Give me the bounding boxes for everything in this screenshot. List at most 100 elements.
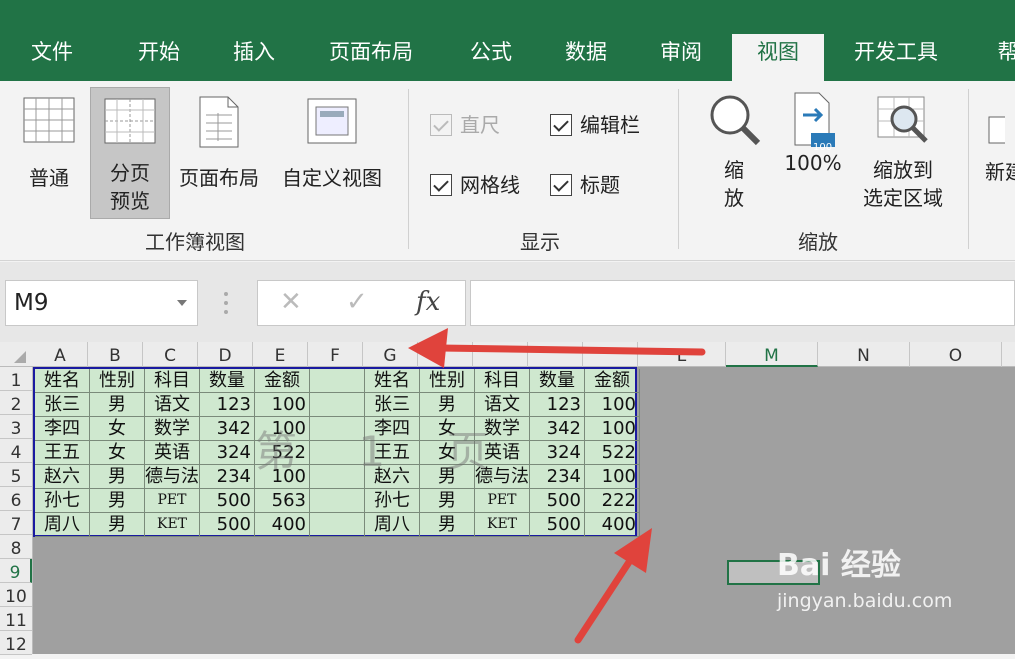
column-header[interactable]: M xyxy=(726,342,818,367)
gridlines-checkbox[interactable]: 网格线 xyxy=(430,173,520,198)
tab-8[interactable]: 视图 xyxy=(732,34,824,81)
table-cell[interactable]: 张三 xyxy=(365,393,420,417)
formula-bar-checkbox[interactable]: 编辑栏 xyxy=(550,113,640,138)
tab-2[interactable]: 开始 xyxy=(118,34,200,81)
enter-icon[interactable]: ✓ xyxy=(346,287,368,317)
table-cell[interactable]: 王五 xyxy=(35,441,90,465)
column-header[interactable]: D xyxy=(198,342,253,367)
table-cell[interactable]: 342 xyxy=(200,417,255,441)
cancel-icon[interactable]: ✕ xyxy=(280,287,302,317)
row-header[interactable]: 8 xyxy=(0,535,32,559)
table-cell[interactable]: 孙七 xyxy=(35,489,90,513)
tab-5[interactable]: 公式 xyxy=(450,34,532,81)
table-cell[interactable]: 324 xyxy=(530,441,585,465)
tab-7[interactable]: 审阅 xyxy=(640,34,722,81)
column-header[interactable]: N xyxy=(818,342,910,367)
table-cell[interactable]: 男 xyxy=(90,393,145,417)
table-cell[interactable]: KET xyxy=(475,513,530,537)
formula-input[interactable] xyxy=(470,280,1015,326)
table-cell[interactable]: 女 xyxy=(90,417,145,441)
tab-1[interactable]: 文件 xyxy=(8,34,96,81)
page-break-preview-button[interactable]: 分页 预览 xyxy=(90,87,170,219)
table-cell[interactable] xyxy=(310,513,365,537)
table-cell[interactable]: 数量 xyxy=(530,369,585,393)
table-cell[interactable]: 342 xyxy=(530,417,585,441)
table-cell[interactable]: 400 xyxy=(585,513,640,537)
table-cell[interactable]: 222 xyxy=(585,489,640,513)
row-header[interactable]: 11 xyxy=(0,607,32,631)
custom-views-button[interactable]: 自定义视图 xyxy=(272,95,392,192)
column-header[interactable] xyxy=(528,342,583,367)
insert-function-icon[interactable]: fx xyxy=(416,287,440,317)
row-header[interactable]: 9 xyxy=(0,559,32,583)
table-cell[interactable]: 234 xyxy=(200,465,255,489)
table-cell[interactable]: 女 xyxy=(90,441,145,465)
column-header[interactable] xyxy=(473,342,528,367)
column-header[interactable] xyxy=(418,342,473,367)
row-header[interactable]: 1 xyxy=(0,367,32,391)
page-layout-view-button[interactable]: 页面布局 xyxy=(172,95,266,192)
table-cell[interactable]: 100 xyxy=(585,393,640,417)
table-cell[interactable]: 数量 xyxy=(200,369,255,393)
table-cell[interactable]: 500 xyxy=(530,489,585,513)
table-cell[interactable]: 123 xyxy=(530,393,585,417)
table-cell[interactable]: 234 xyxy=(530,465,585,489)
table-cell[interactable]: 男 xyxy=(420,393,475,417)
row-header[interactable]: 10 xyxy=(0,583,32,607)
table-cell[interactable]: 英语 xyxy=(145,441,200,465)
tab-4[interactable]: 页面布局 xyxy=(308,34,434,81)
table-cell[interactable]: KET xyxy=(145,513,200,537)
ruler-checkbox[interactable]: 直尺 xyxy=(430,113,500,138)
column-header[interactable]: E xyxy=(253,342,308,367)
table-cell[interactable]: 500 xyxy=(200,489,255,513)
column-header[interactable]: O xyxy=(910,342,1002,367)
table-cell[interactable]: 赵六 xyxy=(35,465,90,489)
table-cell[interactable]: 语文 xyxy=(475,393,530,417)
table-cell[interactable]: 周八 xyxy=(365,513,420,537)
column-header[interactable]: C xyxy=(143,342,198,367)
row-header[interactable]: 3 xyxy=(0,415,32,439)
table-cell[interactable]: 100 xyxy=(585,465,640,489)
column-header[interactable] xyxy=(583,342,638,367)
table-cell[interactable]: 123 xyxy=(200,393,255,417)
table-cell[interactable]: 500 xyxy=(200,513,255,537)
table-cell[interactable] xyxy=(310,393,365,417)
zoom-to-selection-button[interactable]: 缩放到 选定区域 xyxy=(855,91,951,212)
table-cell[interactable]: 孙七 xyxy=(365,489,420,513)
table-cell[interactable]: 100 xyxy=(585,417,640,441)
table-cell[interactable]: 男 xyxy=(90,465,145,489)
row-header[interactable]: 6 xyxy=(0,487,32,511)
table-cell[interactable]: 100 xyxy=(255,393,310,417)
zoom-100-button[interactable]: 100 100% xyxy=(780,91,846,177)
table-cell[interactable]: 522 xyxy=(585,441,640,465)
normal-view-button[interactable]: 普通 xyxy=(18,95,80,192)
table-cell[interactable] xyxy=(310,489,365,513)
table-cell[interactable]: PET xyxy=(145,489,200,513)
row-header[interactable]: 2 xyxy=(0,391,32,415)
table-cell[interactable]: 324 xyxy=(200,441,255,465)
select-all-icon[interactable] xyxy=(14,351,26,363)
row-header[interactable]: 7 xyxy=(0,511,32,535)
headings-checkbox[interactable]: 标题 xyxy=(550,173,620,198)
column-header[interactable]: F xyxy=(308,342,363,367)
column-header[interactable]: G xyxy=(363,342,418,367)
table-cell[interactable]: 姓名 xyxy=(365,369,420,393)
table-cell[interactable]: 男 xyxy=(420,489,475,513)
zoom-button[interactable]: 缩 放 xyxy=(704,91,764,212)
column-header[interactable]: A xyxy=(33,342,88,367)
column-header[interactable]: L xyxy=(638,342,726,367)
column-header[interactable]: B xyxy=(88,342,143,367)
table-cell[interactable]: 科目 xyxy=(475,369,530,393)
table-cell[interactable]: 德与法 xyxy=(145,465,200,489)
row-header[interactable]: 12 xyxy=(0,631,32,655)
tab-6[interactable]: 数据 xyxy=(545,34,627,81)
table-cell[interactable]: 500 xyxy=(530,513,585,537)
table-cell[interactable]: 张三 xyxy=(35,393,90,417)
table-cell[interactable]: 李四 xyxy=(35,417,90,441)
table-cell[interactable]: 400 xyxy=(255,513,310,537)
new-window-button[interactable]: 新建 xyxy=(985,111,1015,186)
table-cell[interactable]: 金额 xyxy=(255,369,310,393)
table-cell[interactable]: 性别 xyxy=(90,369,145,393)
row-header[interactable]: 4 xyxy=(0,439,32,463)
table-cell[interactable]: 563 xyxy=(255,489,310,513)
